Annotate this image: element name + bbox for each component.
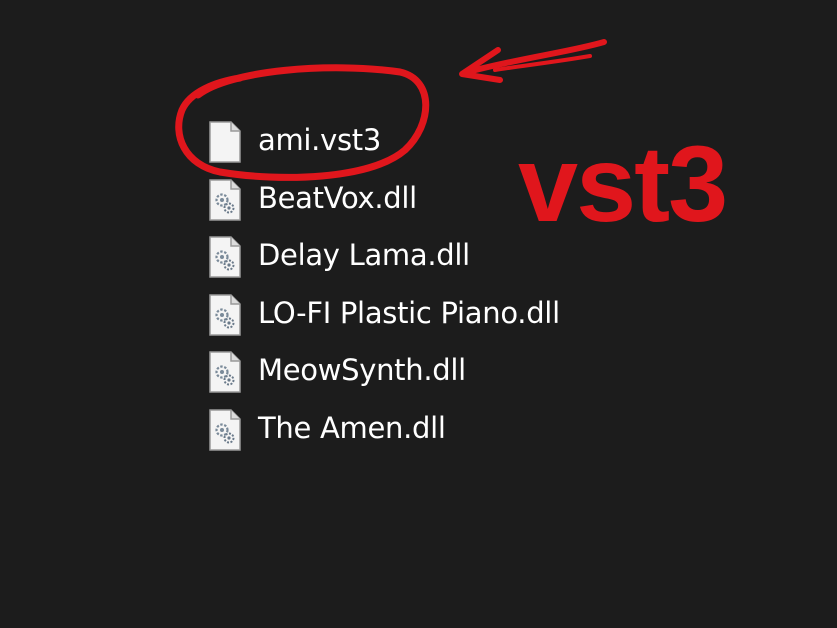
file-item-lofi-plastic-piano-dll[interactable]: LO-FI Plastic Piano.dll (208, 290, 560, 348)
file-name: BeatVox.dll (258, 180, 417, 215)
annotation-label: vst3 (518, 123, 728, 244)
arrow-shaft-2 (493, 54, 592, 72)
file-name: The Amen.dll (258, 410, 446, 445)
file-name: ami.vst3 (258, 123, 381, 157)
explorer-window: ami.vst3 BeatVox.dll Delay Lama.dll LO-F… (0, 0, 837, 628)
dll-file-icon (209, 236, 241, 278)
file-item-ami-vst3[interactable]: ami.vst3 (208, 117, 560, 175)
arrow-head (459, 47, 503, 83)
arrow-shaft (465, 39, 607, 75)
file-name: Delay Lama.dll (258, 238, 470, 272)
dll-file-icon (209, 293, 241, 336)
file-item-the-amen-dll[interactable]: The Amen.dll (208, 405, 560, 463)
dll-file-icon (209, 351, 241, 393)
file-item-meowsynth-dll[interactable]: MeowSynth.dll (208, 347, 560, 405)
file-item-delay-lama-dll[interactable]: Delay Lama.dll (208, 232, 560, 290)
file-name: MeowSynth.dll (258, 353, 466, 387)
file-item-beatvox-dll[interactable]: BeatVox.dll (208, 175, 560, 233)
dll-file-icon (209, 408, 241, 451)
dll-file-icon (209, 178, 241, 221)
file-name: LO-FI Plastic Piano.dll (258, 295, 560, 330)
blank-file-icon (209, 121, 241, 163)
file-list: ami.vst3 BeatVox.dll Delay Lama.dll LO-F… (208, 117, 560, 462)
